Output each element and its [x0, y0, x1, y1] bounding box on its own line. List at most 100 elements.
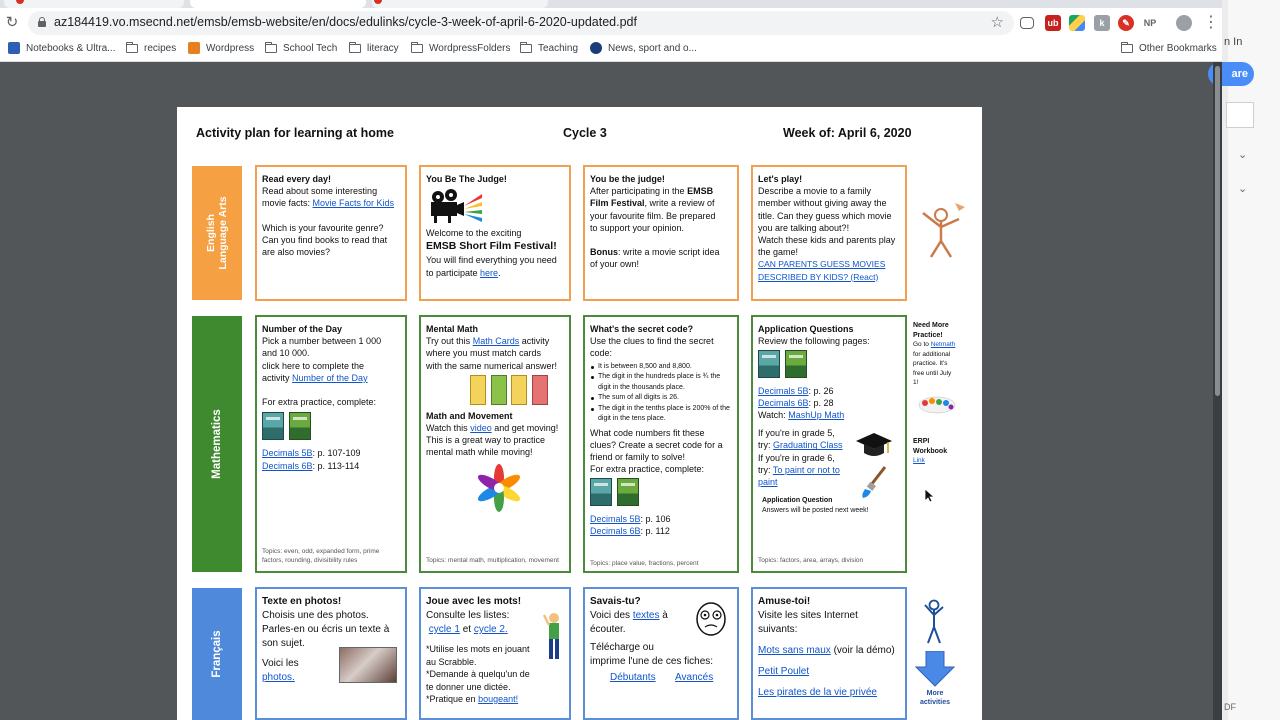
cycle-1-link[interactable]: cycle 1	[429, 624, 460, 635]
children-photo	[339, 647, 397, 683]
math-cell-number-of-day: Number of the Day Pick a number between …	[255, 315, 407, 573]
stick-figure-icon	[924, 599, 944, 644]
wordpress-favicon-icon	[188, 42, 200, 54]
graduating-class-link[interactable]: Graduating Class	[773, 440, 843, 450]
fr-cell-fun: Amuse-toi! Visite les sites Internet sui…	[751, 587, 907, 720]
colorful-hands-icon	[477, 463, 521, 512]
folder-icon	[265, 41, 277, 53]
ela-cell-review: You be the judge! After participating in…	[583, 165, 739, 301]
folder-icon	[411, 41, 423, 53]
mashup-math-link[interactable]: MashUp Math	[788, 410, 844, 420]
actor-figure-icon	[922, 203, 965, 258]
mots-sans-maux-link[interactable]: Mots sans maux	[758, 645, 831, 656]
subject-french: Français	[192, 588, 242, 720]
reload-icon[interactable]: ↻	[4, 14, 20, 30]
background-input[interactable]	[1226, 102, 1254, 128]
pdf-scroll-thumb[interactable]	[1215, 66, 1220, 396]
topics-text: Topics: factors, area, arrays, division	[758, 557, 864, 564]
bookmark-folder[interactable]: WordpressFolders	[411, 40, 511, 56]
netmath-note: Need More Practice! Go to Netmath for ad…	[913, 322, 956, 386]
decimals-6b-cover	[785, 350, 807, 379]
festival-link[interactable]: here	[480, 268, 498, 278]
bookmark-folder[interactable]: literacy	[349, 40, 399, 56]
decimals-5b-link[interactable]: Decimals 5B	[590, 514, 641, 524]
sign-in-link[interactable]: n In	[1224, 36, 1242, 48]
netmath-link[interactable]: Netmath	[931, 341, 956, 348]
number-of-day-link[interactable]: Number of the Day	[292, 373, 368, 383]
tab-favicon-icon	[374, 0, 382, 4]
decimals-6b-cover	[289, 412, 311, 441]
bookmark-star-icon[interactable]: ☆	[991, 13, 1004, 31]
omnibox[interactable]: az184419.vo.msecnd.net/emsb/emsb-website…	[28, 11, 1014, 35]
decimals-5b-cover	[262, 412, 284, 441]
movie-facts-link[interactable]: Movie Facts for Kids	[313, 198, 395, 208]
browser-tab[interactable]	[372, 0, 548, 8]
doc-week: Week of: April 6, 2020	[783, 126, 912, 140]
fr-cell-texts: Savais-tu? Voici des textes à écouter. T…	[583, 587, 739, 720]
notebooks-favicon-icon	[8, 42, 20, 54]
pirates-vie-privee-link[interactable]: Les pirates de la vie privée	[758, 686, 900, 700]
browser-toolbar: ↻ az184419.vo.msecnd.net/emsb/emsb-websi…	[0, 0, 1222, 62]
bookmark-folder[interactable]: Teaching	[520, 40, 578, 56]
address-bar-row: ↻ az184419.vo.msecnd.net/emsb/emsb-websi…	[0, 9, 1222, 37]
parents-guess-movies-link[interactable]: CAN PARENTS GUESS MOVIES	[758, 258, 900, 270]
tab-favicon-icon	[16, 0, 24, 4]
google-drive-extension-icon[interactable]	[1069, 15, 1085, 31]
bookmark-item[interactable]: News, sport and o...	[590, 40, 697, 56]
subject-math: Mathematics	[192, 316, 242, 572]
graduation-cap-icon	[856, 433, 892, 456]
parents-guess-movies-link-2[interactable]: DESCRIBED BY KIDS? (React)	[758, 271, 900, 283]
decimals-5b-link[interactable]: Decimals 5B	[262, 448, 313, 458]
debutants-link[interactable]: Débutants	[610, 672, 656, 683]
browser-tab[interactable]	[4, 0, 184, 8]
avances-link[interactable]: Avancés	[675, 672, 713, 683]
erpi-link[interactable]: Link	[913, 456, 971, 466]
math-cards-link[interactable]: Math Cards	[473, 336, 520, 346]
browser-menu-icon[interactable]: ⋮	[1203, 13, 1219, 31]
cycle-2-link[interactable]: cycle 2.	[474, 624, 508, 635]
profile-avatar[interactable]	[1176, 15, 1192, 31]
math-cell-mental-math: Mental Math Try out this Math Cards acti…	[419, 315, 571, 573]
decimals-6b-link[interactable]: Decimals 6B	[590, 526, 641, 536]
extension-red-icon[interactable]: ✎	[1118, 15, 1134, 31]
other-bookmarks[interactable]: Other Bookmarks	[1121, 40, 1217, 56]
extension-k-icon[interactable]: k	[1094, 15, 1110, 31]
pocket-extension-icon[interactable]	[1020, 17, 1034, 29]
chevron-down-icon[interactable]: ⌄	[1238, 148, 1247, 161]
math-cell-application: Application Questions Review the followi…	[751, 315, 907, 573]
bougeant-link[interactable]: bougeant!	[478, 694, 518, 704]
petit-poulet-link[interactable]: Petit Poulet	[758, 665, 900, 679]
topics-text: Topics: place value, fractions, percent	[590, 560, 699, 567]
decimals-6b-link[interactable]: Decimals 6B	[262, 461, 313, 471]
bookmarks-bar: Notebooks & Ultra... recipes Wordpress S…	[0, 38, 1222, 58]
ela-cell-read: Read every day! Read about some interest…	[255, 165, 407, 301]
netmath-logo	[918, 396, 956, 414]
chevron-down-icon[interactable]: ⌄	[1238, 182, 1247, 195]
bookmark-folder[interactable]: School Tech	[265, 40, 337, 56]
down-arrow-icon[interactable]	[915, 651, 955, 687]
bookmark-item[interactable]: Notebooks & Ultra...	[8, 40, 115, 56]
to-paint-link[interactable]: To paint or not to	[773, 465, 840, 475]
textes-link[interactable]: textes	[633, 610, 660, 621]
lock-icon	[38, 17, 46, 27]
extension-np-icon[interactable]: NP	[1140, 15, 1160, 31]
bookmark-item[interactable]: Wordpress	[188, 40, 254, 56]
decimals-5b-link[interactable]: Decimals 5B	[758, 386, 809, 396]
decimals-6b-cover	[617, 478, 639, 507]
more-activities-link[interactable]: More activities	[913, 689, 957, 707]
tab-strip	[0, 0, 1222, 8]
background-text: DF	[1224, 702, 1236, 712]
ublock-extension-icon[interactable]: ub	[1045, 15, 1061, 31]
erpi-note: ERPI Workbook Link	[913, 437, 971, 466]
math-cards-image	[470, 374, 564, 407]
fr-cell-words: Joue avec les mots! Consulte les listes:…	[419, 587, 571, 720]
thinking-face-icon	[696, 602, 726, 636]
subject-ela: English Language Arts	[192, 166, 242, 300]
topics-text: Topics: even, odd, expanded form, prime …	[262, 548, 380, 564]
decimals-6b-link[interactable]: Decimals 6B	[758, 398, 809, 408]
mouse-cursor-icon	[925, 489, 935, 503]
browser-tab-active[interactable]	[190, 0, 366, 8]
bookmark-folder[interactable]: recipes	[126, 40, 176, 56]
movement-video-link[interactable]: video	[470, 423, 492, 433]
url-text[interactable]: az184419.vo.msecnd.net/emsb/emsb-website…	[54, 15, 637, 29]
